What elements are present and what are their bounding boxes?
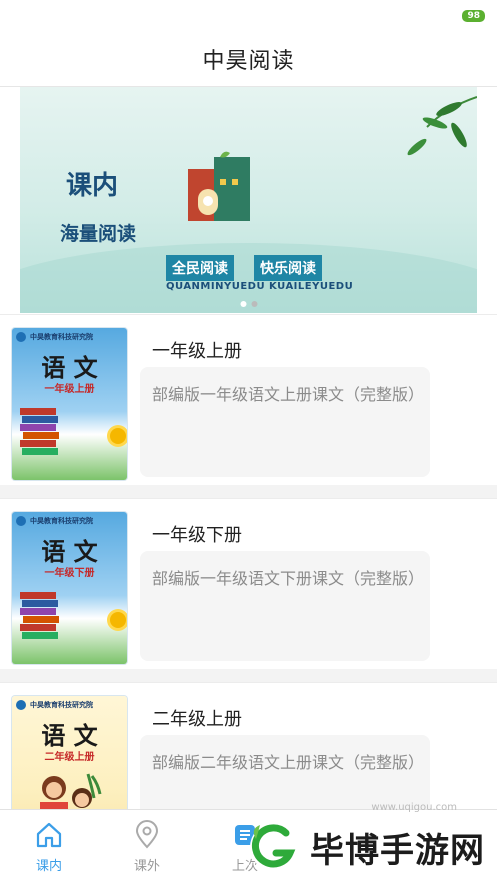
banner-tag-left: 全民阅读 <box>166 255 234 281</box>
cover-publisher: 中昊教育科技研究院 <box>30 517 93 525</box>
tab-label: 课外 <box>133 859 160 874</box>
book-title[interactable]: 一年级上册 <box>152 337 242 363</box>
status-bar: 98 <box>0 0 497 32</box>
book-cover[interactable]: 中昊教育科技研究院 语 文 一年级下册 <box>12 512 127 664</box>
banner-heading: 课内 <box>66 171 119 201</box>
tab-in-class[interactable]: 课内 <box>0 810 98 883</box>
publisher-logo-icon <box>16 516 26 526</box>
book-house-icon <box>188 151 250 221</box>
book-item[interactable]: 中昊教育科技研究院 语 文 一年级下册 一年级下册 部编版一年级语文下册课文（完… <box>0 498 497 669</box>
cover-subject: 语 文 <box>41 537 98 566</box>
watermark-text: 毕博手游网 <box>310 830 485 871</box>
cover-grade: 二年级上册 <box>44 752 95 763</box>
banner-subheading: 海量阅读 <box>60 223 137 245</box>
cover-subject: 语 文 <box>41 353 98 382</box>
banner-carousel[interactable]: 课内 海量阅读 全民阅读 快乐阅读 QUANMINYUEDU KUAILEYUE… <box>0 87 497 315</box>
cover-grade: 一年级上册 <box>44 384 95 395</box>
book-stack-icon <box>20 592 59 639</box>
tab-label: 课内 <box>35 859 62 874</box>
cover-publisher: 中昊教育科技研究院 <box>30 333 93 341</box>
battery-indicator: 98 <box>462 10 485 22</box>
cover-publisher: 中昊教育科技研究院 <box>30 701 93 709</box>
sunflower-icon <box>110 428 126 444</box>
watermark-url: www.uqigou.com <box>371 802 457 813</box>
tab-extracurricular[interactable]: 课外 <box>98 810 196 883</box>
cover-subject: 语 文 <box>41 721 98 750</box>
watermark-logo-icon <box>250 823 298 871</box>
book-item[interactable]: 中昊教育科技研究院 语 文 一年级上册 一年级上册 部编版一年级语文上册课文（完… <box>0 314 497 485</box>
location-pin-icon <box>135 820 159 849</box>
carousel-dot[interactable] <box>251 301 257 307</box>
sunflower-icon <box>110 612 126 628</box>
home-icon <box>36 822 62 848</box>
book-description: 部编版一年级语文上册课文（完整版） <box>140 367 430 477</box>
carousel-dots <box>240 301 257 307</box>
site-watermark: 毕博手游网 <box>246 819 485 875</box>
book-cover[interactable]: 中昊教育科技研究院 语 文 一年级上册 <box>12 328 127 480</box>
banner-slide[interactable]: 课内 海量阅读 全民阅读 快乐阅读 QUANMINYUEDU KUAILEYUE… <box>20 87 477 313</box>
book-title[interactable]: 二年级上册 <box>152 705 242 731</box>
carousel-dot-active[interactable] <box>240 301 246 307</box>
app-header: 中昊阅读 <box>0 32 497 87</box>
book-description: 部编版一年级语文下册课文（完整版） <box>140 551 430 661</box>
book-stack-icon <box>20 408 59 455</box>
cover-grade: 一年级下册 <box>44 568 95 579</box>
book-list: 中昊教育科技研究院 语 文 一年级上册 一年级上册 部编版一年级语文上册课文（完… <box>0 314 497 866</box>
book-title[interactable]: 一年级下册 <box>152 521 242 547</box>
bamboo-leaves-icon <box>407 96 477 156</box>
banner-tag-right: 快乐阅读 <box>254 255 322 281</box>
page-title: 中昊阅读 <box>202 49 295 74</box>
publisher-logo-icon <box>16 332 26 342</box>
publisher-logo-icon <box>16 700 26 710</box>
banner-pinyin: QUANMINYUEDU KUAILEYUEDU <box>166 281 354 292</box>
